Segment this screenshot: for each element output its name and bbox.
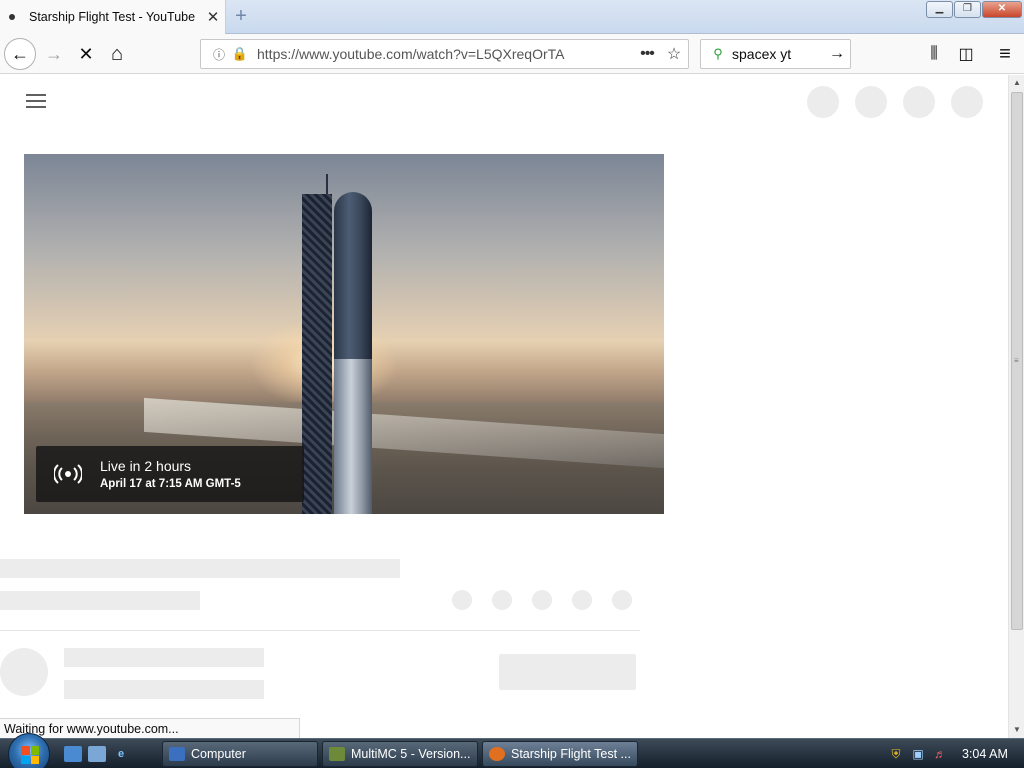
taskbar-item-label: Computer	[191, 747, 246, 761]
scroll-up-icon[interactable]: ▲	[1009, 75, 1024, 91]
search-engine-icon[interactable]: ⚲	[707, 46, 729, 62]
action-skeleton	[532, 590, 552, 610]
clock[interactable]: 3:04 AM	[962, 747, 1008, 761]
multimc-icon	[329, 747, 345, 761]
guide-menu-icon[interactable]	[26, 94, 46, 108]
back-button[interactable]: ←	[4, 38, 36, 70]
new-tab-button[interactable]: +	[230, 5, 252, 27]
placeholder-circle	[903, 86, 935, 118]
loading-dot-icon	[9, 14, 15, 20]
placeholder-circle	[807, 86, 839, 118]
search-go-icon[interactable]: →	[824, 45, 850, 63]
channel-subs-skeleton	[64, 680, 264, 699]
stop-button[interactable]: ✕	[70, 38, 102, 70]
maximize-button[interactable]: ❐	[954, 1, 981, 18]
taskbar-item-computer[interactable]: Computer	[162, 741, 318, 767]
forward-button[interactable]: →	[38, 38, 70, 70]
switch-windows-icon[interactable]	[88, 746, 106, 762]
security-shield-icon[interactable]: ⛨	[888, 746, 904, 762]
action-skeleton	[612, 590, 632, 610]
internet-explorer-icon[interactable]: e	[112, 746, 130, 762]
page-actions-button[interactable]: •••	[634, 45, 660, 63]
close-tab-icon[interactable]: ✕	[201, 8, 225, 26]
bookmark-star-icon[interactable]: ☆	[660, 44, 688, 64]
menu-icon[interactable]: ≡	[990, 38, 1020, 70]
search-bar[interactable]: ⚲ spacex yt →	[700, 39, 851, 69]
minimize-button[interactable]: ▁	[926, 1, 953, 18]
taskbar-item-firefox[interactable]: Starship Flight Test ...	[482, 741, 638, 767]
windows-logo-icon	[21, 746, 39, 764]
firefox-icon	[489, 747, 505, 761]
network-icon[interactable]: ▣	[910, 746, 926, 762]
divider	[0, 630, 640, 631]
channel-avatar-skeleton	[0, 648, 48, 696]
placeholder-circle	[855, 86, 887, 118]
scroll-thumb[interactable]: ≡	[1011, 92, 1023, 630]
info-icon[interactable]: ⓘ	[209, 46, 229, 63]
title-skeleton	[0, 559, 400, 578]
taskbar-item-label: MultiMC 5 - Version...	[351, 747, 471, 761]
action-skeleton	[492, 590, 512, 610]
thumbnail-booster	[334, 359, 372, 514]
vertical-scrollbar[interactable]: ▲ ≡ ▼	[1008, 75, 1024, 738]
subscribe-skeleton	[499, 654, 636, 690]
home-button[interactable]: ⌂	[101, 38, 133, 70]
url-text[interactable]: https://www.youtube.com/watch?v=L5QXreqO…	[257, 46, 634, 62]
search-input[interactable]: spacex yt	[732, 46, 824, 62]
live-title: Live in 2 hours	[100, 458, 192, 474]
window-controls: ▁ ❐ ✕	[926, 1, 1022, 18]
navigation-toolbar: ← → ✕ ⌂ ⓘ 🔒 https://www.youtube.com/watc…	[0, 34, 1024, 74]
grip-icon: ≡	[1014, 356, 1019, 365]
status-bar: Waiting for www.youtube.com...	[0, 718, 300, 738]
thumbnail-launch-tower	[302, 194, 332, 514]
close-window-button[interactable]: ✕	[982, 1, 1022, 18]
system-tray: ⛨ ▣ ♬ 3:04 AM	[888, 739, 1024, 768]
taskbar-item-multimc[interactable]: MultiMC 5 - Version...	[322, 741, 478, 767]
library-icon[interactable]: ⫼	[919, 38, 949, 70]
scroll-down-icon[interactable]: ▼	[1009, 722, 1024, 738]
url-bar[interactable]: ⓘ 🔒 https://www.youtube.com/watch?v=L5QX…	[200, 39, 689, 69]
start-button[interactable]	[8, 733, 50, 768]
taskbar: e Computer MultiMC 5 - Version... Starsh…	[0, 733, 1024, 768]
volume-muted-icon[interactable]: ♬	[932, 746, 948, 762]
meta-skeleton	[0, 591, 200, 610]
tab-strip: Starship Flight Test - YouTube ✕ + ▁ ❐ ✕	[0, 0, 1024, 34]
action-skeleton	[452, 590, 472, 610]
lock-icon[interactable]: 🔒	[231, 46, 249, 62]
placeholder-circle	[951, 86, 983, 118]
sidebar-icon[interactable]: ◫	[951, 38, 981, 70]
tab-title: Starship Flight Test - YouTube	[29, 10, 196, 24]
live-countdown-card: Live in 2 hours April 17 at 7:15 AM GMT-…	[36, 446, 304, 502]
tab-starship[interactable]: Starship Flight Test - YouTube ✕	[0, 0, 226, 34]
youtube-page: Live in 2 hours April 17 at 7:15 AM GMT-…	[0, 75, 1008, 738]
live-schedule: April 17 at 7:15 AM GMT-5	[100, 478, 241, 490]
taskbar-item-label: Starship Flight Test ...	[511, 747, 631, 761]
action-skeleton	[572, 590, 592, 610]
channel-name-skeleton	[64, 648, 264, 667]
video-player[interactable]: Live in 2 hours April 17 at 7:15 AM GMT-…	[24, 154, 664, 514]
show-desktop-icon[interactable]	[64, 746, 82, 762]
live-broadcast-icon	[54, 464, 82, 484]
computer-icon	[169, 747, 185, 761]
